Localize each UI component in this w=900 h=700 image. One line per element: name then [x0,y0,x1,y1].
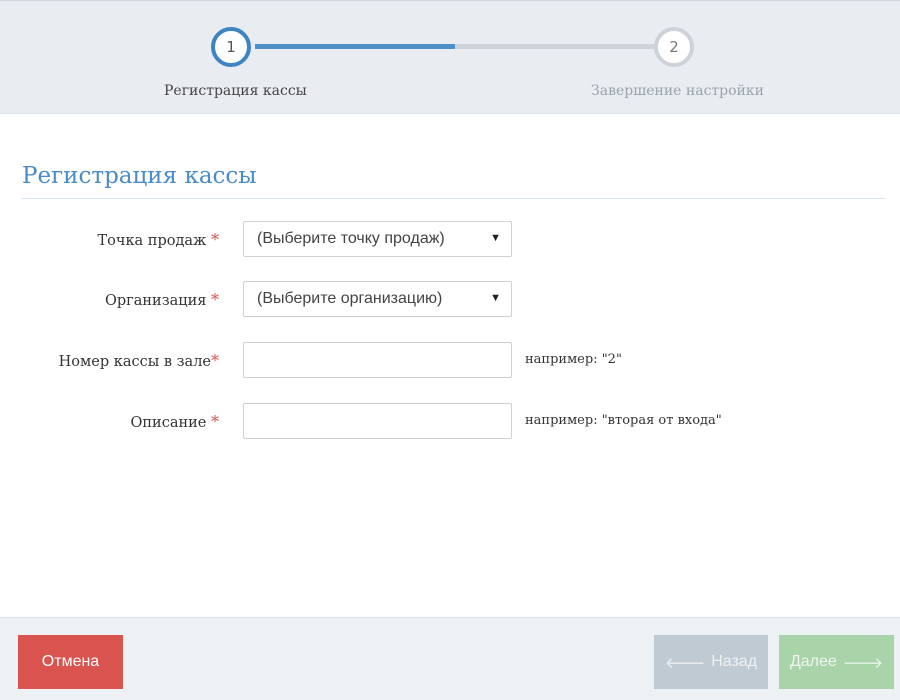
section-title: Регистрация кассы [22,163,257,189]
wizard-footer: Отмена 🡐 Назад Далее 🡒 [0,617,900,700]
step-2-indicator: 2 [654,27,694,67]
next-button-label: Далее [789,653,837,670]
step-1-indicator: 1 [211,27,251,67]
required-marker: * [211,230,219,249]
stepper-progress-remaining [455,44,655,49]
description-label-text: Описание [130,415,207,431]
cancel-button[interactable]: Отмена [18,635,123,689]
form-row-description: Описание * например: "вторая от входа" [0,403,900,441]
caret-down-icon: ▼ [490,292,501,304]
step-2-number: 2 [669,38,679,56]
form-row-organization: Организация * (Выберите организацию) ▼ [0,281,900,319]
sales-point-label-text: Точка продаж [97,233,207,249]
wizard-stepper: 1 2 Регистрация кассы Завершение настрой… [0,0,900,114]
register-number-input[interactable] [243,342,512,378]
section-divider [22,198,885,199]
organization-select-value: (Выберите организацию) [257,290,443,307]
next-button[interactable]: Далее 🡒 [779,635,894,689]
form-row-sales-point: Точка продаж * (Выберите точку продаж) ▼ [0,221,900,259]
back-button[interactable]: 🡐 Назад [654,635,768,689]
step-1-label: Регистрация кассы [164,83,307,99]
organization-label-text: Организация [104,293,207,309]
cancel-button-label: Отмена [41,653,100,670]
step-2-label: Завершение настройки [591,83,764,99]
stepper-progress-done [255,44,455,49]
organization-label: Организация * [105,290,219,309]
sales-point-label: Точка продаж * [97,230,219,249]
register-number-label-text: Номер кассы в зале [58,354,211,370]
required-marker: * [211,290,219,309]
organization-select[interactable]: (Выберите организацию) ▼ [243,281,512,317]
description-input[interactable] [243,403,512,439]
register-number-hint: например: "2" [525,352,622,367]
caret-down-icon: ▼ [490,232,501,244]
step-1-number: 1 [226,38,236,56]
required-marker: * [211,412,219,431]
form-row-register-number: Номер кассы в зале* например: "2" [0,342,900,380]
back-button-label: Назад [711,653,758,670]
sales-point-select[interactable]: (Выберите точку продаж) ▼ [243,221,512,257]
register-number-label: Номер кассы в зале* [59,351,219,370]
required-marker: * [211,351,219,370]
sales-point-select-value: (Выберите точку продаж) [257,230,445,247]
description-label: Описание * [130,412,219,431]
arrow-right-icon: 🡒 [842,654,884,672]
description-hint: например: "вторая от входа" [525,413,722,428]
arrow-left-icon: 🡐 [664,654,706,672]
